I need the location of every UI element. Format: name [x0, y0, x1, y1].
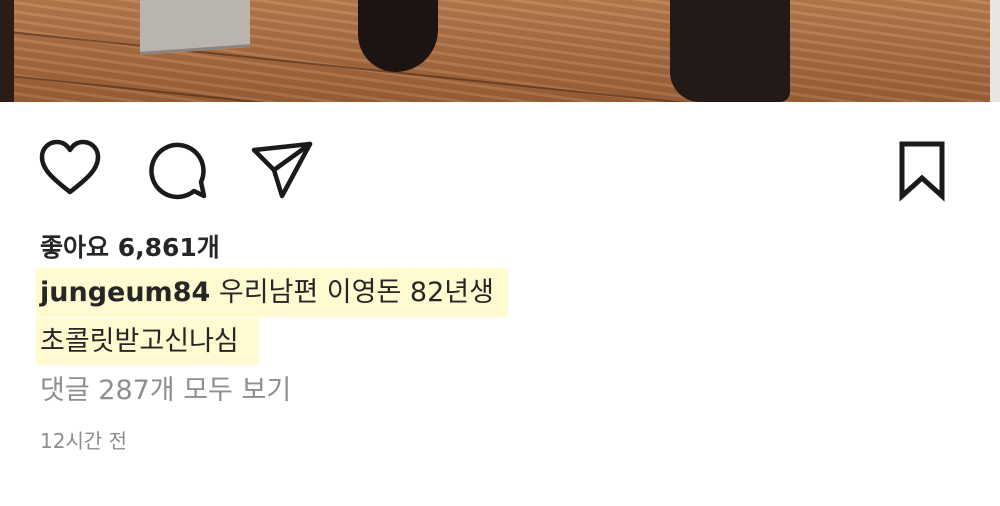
photo-edge-shadow: [0, 0, 14, 102]
save-button[interactable]: [890, 138, 954, 202]
heart-icon: [39, 139, 101, 195]
caption-username[interactable]: jungeum84: [40, 277, 210, 308]
likes-count[interactable]: 좋아요 6,861개: [40, 228, 220, 264]
share-icon: [251, 141, 313, 199]
view-all-comments-link[interactable]: 댓글 287개 모두 보기: [40, 368, 291, 407]
caption-first-line: jungeum84 우리남편 이영돈 82년생: [36, 268, 508, 317]
comment-icon: [149, 142, 207, 200]
post-action-bar: [0, 130, 1000, 202]
bookmark-icon: [899, 141, 945, 202]
comment-button[interactable]: [146, 138, 210, 202]
photo-edge-wall: [990, 0, 1000, 102]
photo-box-object: [140, 0, 250, 55]
caption-text: 우리남편 이영돈 82년생: [210, 277, 494, 308]
post-photo[interactable]: [0, 0, 1000, 102]
post-timestamp: 12시간 전: [40, 429, 128, 453]
caption-second-line: 초콜릿받고신나심: [36, 318, 259, 365]
photo-leg: [670, 0, 790, 102]
share-button[interactable]: [250, 138, 314, 202]
like-button[interactable]: [38, 138, 102, 202]
